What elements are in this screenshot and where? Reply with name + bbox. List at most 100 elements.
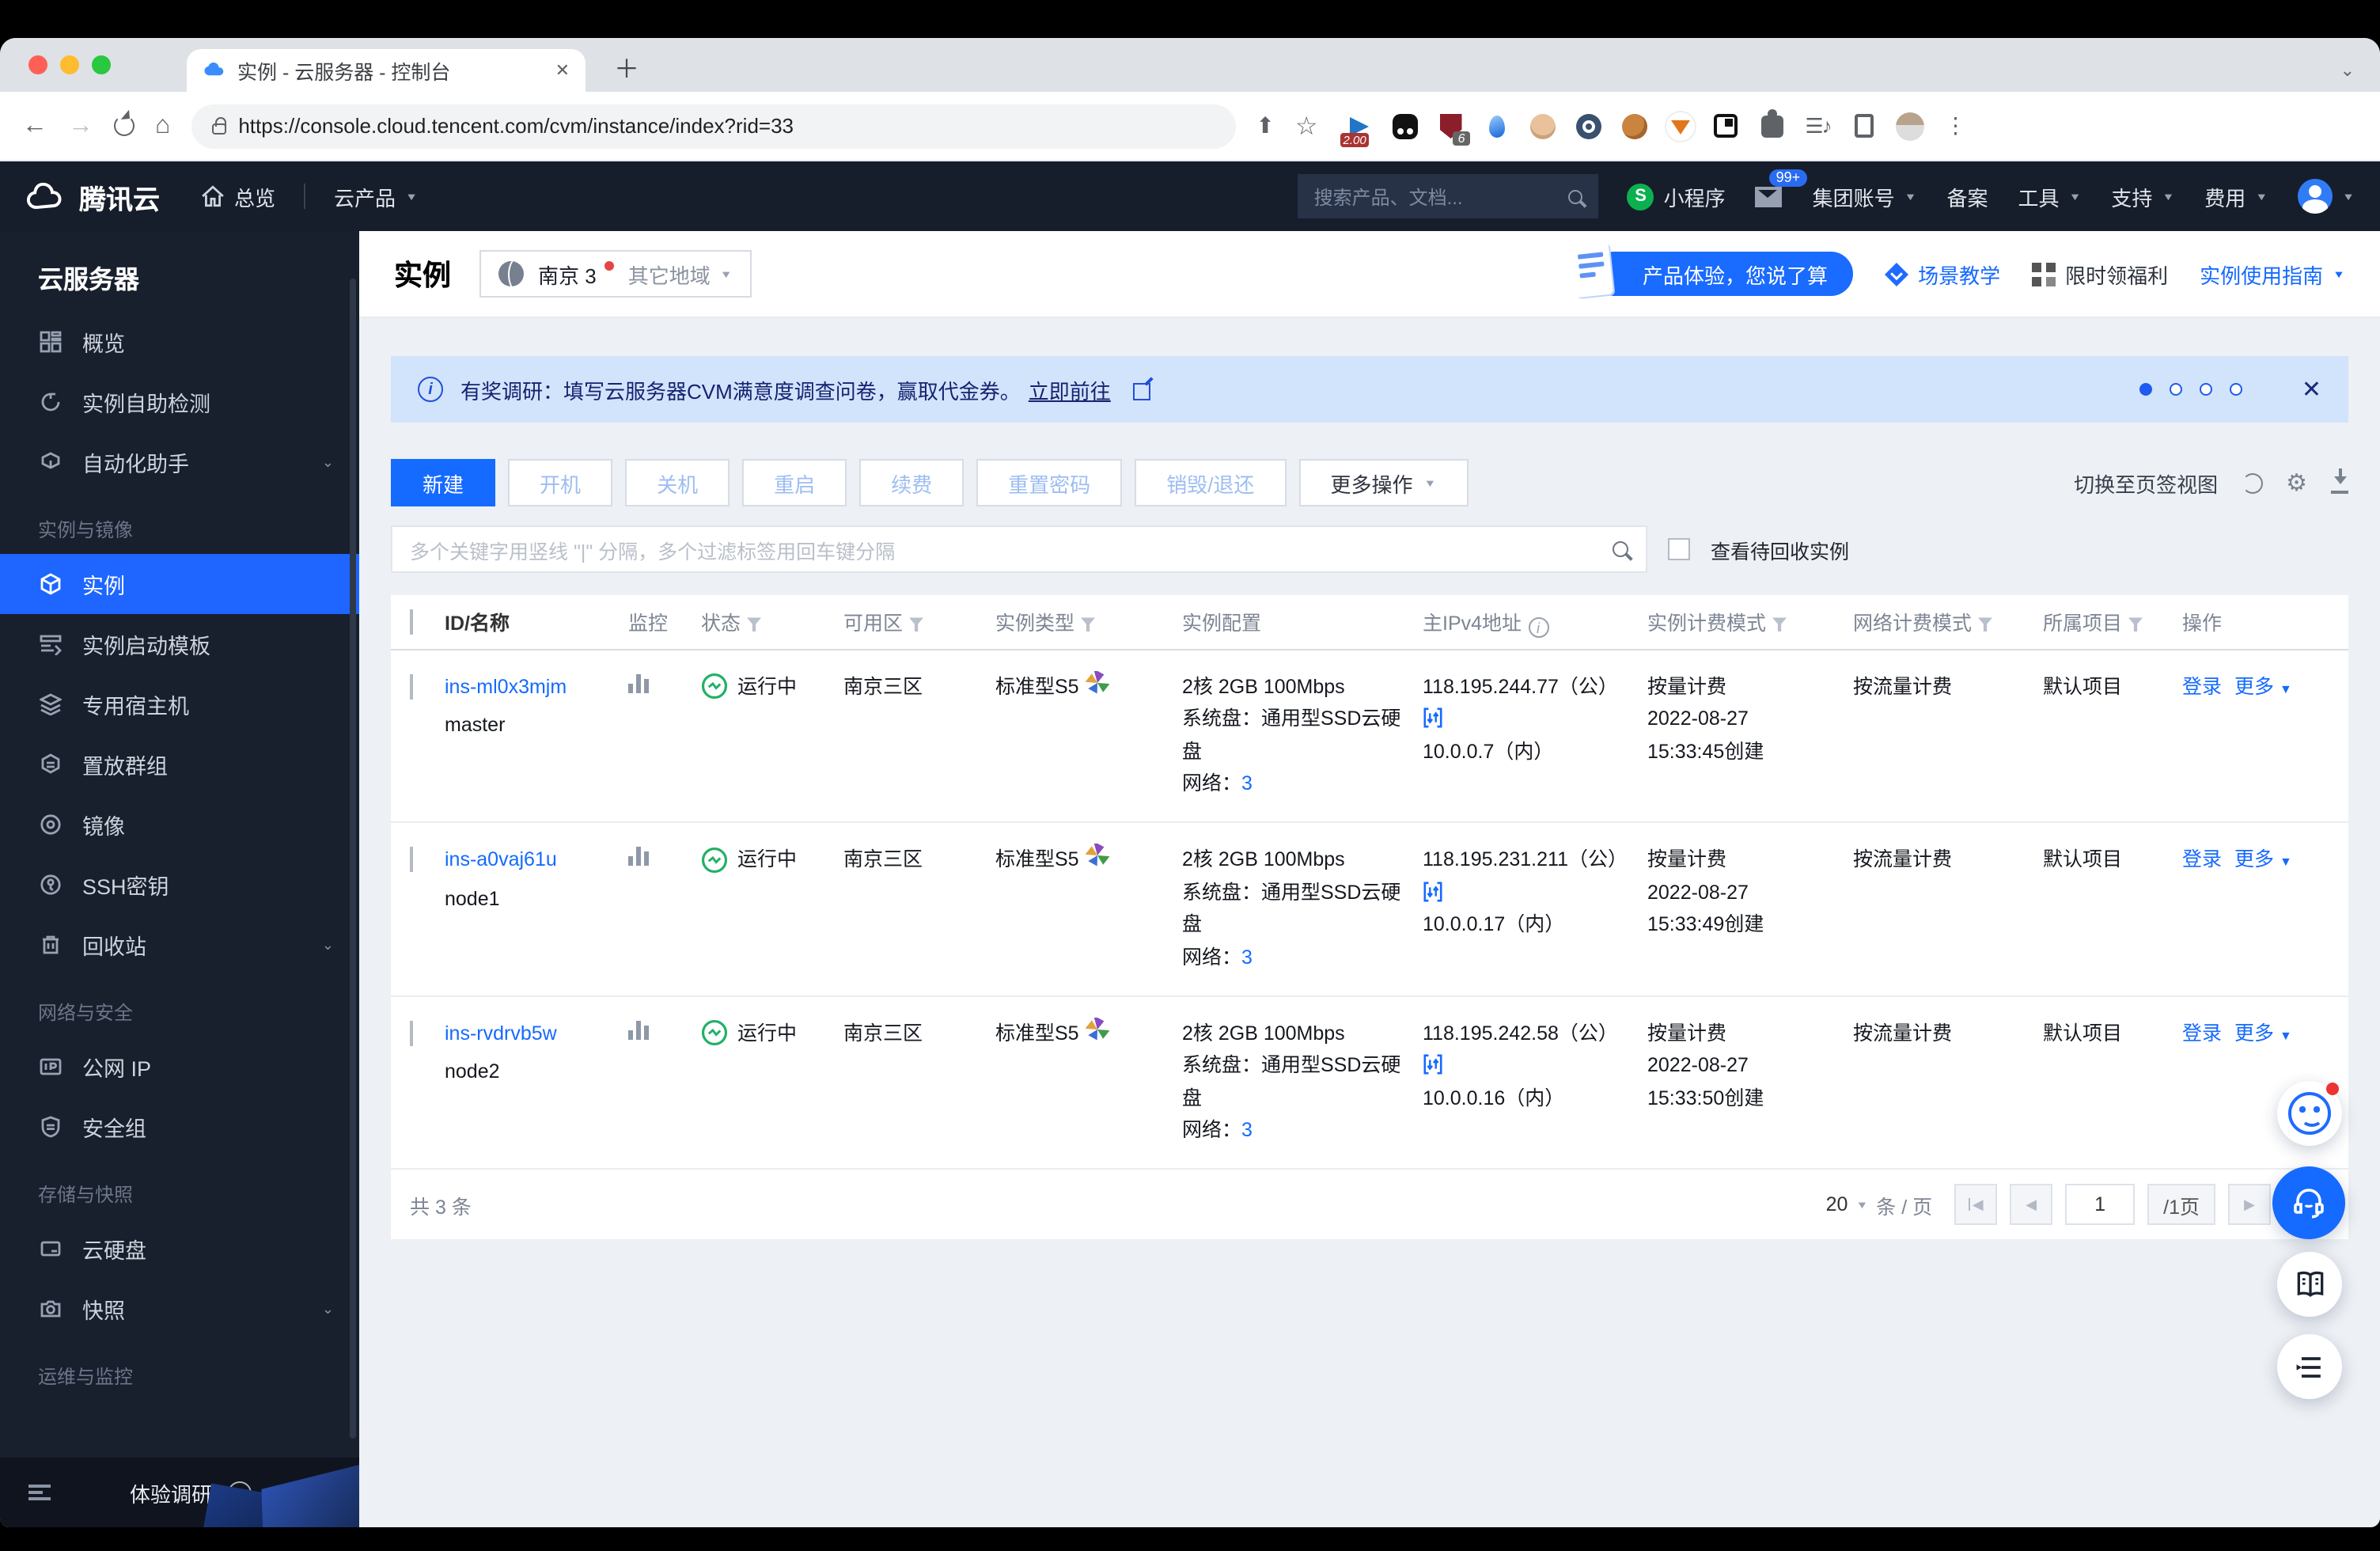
- nav-products[interactable]: 云产品 ▼: [334, 181, 418, 211]
- filter-funnel-icon[interactable]: [909, 617, 924, 632]
- row-checkbox[interactable]: [410, 1020, 413, 1045]
- more-actions-dropdown[interactable]: 更多操作 ▼: [1298, 459, 1469, 506]
- zoom-window-button[interactable]: [92, 55, 111, 74]
- url-bar[interactable]: https://console.cloud.tencent.com/cvm/in…: [191, 104, 1236, 148]
- sidebar-item-security-groups[interactable]: 安全组: [0, 1097, 359, 1157]
- usage-guide-dropdown[interactable]: 实例使用指南 ▼: [2200, 259, 2345, 289]
- minimize-window-button[interactable]: [60, 55, 79, 74]
- docs-float-button[interactable]: [2277, 1252, 2342, 1317]
- close-window-button[interactable]: [28, 55, 47, 74]
- nav-group-account[interactable]: 集团账号 ▼: [1813, 181, 1917, 211]
- filter-funnel-icon[interactable]: [2128, 617, 2143, 632]
- col-zone[interactable]: 可用区: [843, 595, 995, 650]
- current-page-input[interactable]: 1: [2065, 1184, 2136, 1225]
- banner-close-icon[interactable]: ✕: [2302, 375, 2321, 404]
- search-icon[interactable]: [1613, 541, 1628, 557]
- renew-button[interactable]: 续费: [859, 459, 965, 506]
- sidebar-item-overview[interactable]: 概览: [0, 312, 359, 372]
- carousel-dot[interactable]: [2200, 383, 2213, 396]
- filter-funnel-icon[interactable]: [1978, 617, 1993, 632]
- nav-support[interactable]: 支持 ▼: [2111, 181, 2174, 211]
- login-link[interactable]: 登录: [2182, 1022, 2222, 1044]
- instance-id-link[interactable]: ins-rvdrvb5w: [445, 1022, 557, 1044]
- back-button[interactable]: ←: [22, 112, 47, 140]
- sidebar-item-cloud-disks[interactable]: 云硬盘: [0, 1219, 359, 1279]
- survey-link[interactable]: 体验调研: [130, 1477, 212, 1507]
- other-regions-dropdown[interactable]: 其它地域 ▼: [628, 259, 733, 289]
- monitor-chart-icon[interactable]: [628, 1018, 649, 1039]
- carousel-dot[interactable]: [2170, 383, 2183, 396]
- sidebar-item-public-ip[interactable]: 公网 IP: [0, 1037, 359, 1097]
- banner-go-link[interactable]: 立即前往: [1029, 374, 1111, 404]
- sidebar-item-automation-assistant[interactable]: 自动化助手 ⌄: [0, 432, 359, 492]
- scene-teaching-link[interactable]: 场景教学: [1885, 259, 2000, 289]
- restart-button[interactable]: 重启: [742, 459, 847, 506]
- ip-convert-icon[interactable]: [1423, 881, 1443, 901]
- nav-tools[interactable]: 工具 ▼: [2018, 181, 2082, 211]
- puzzle-extensions-icon[interactable]: [1758, 108, 1787, 140]
- password-extension-icon[interactable]: [1575, 112, 1603, 140]
- sidebar-item-recycle-bin[interactable]: 回收站 ⌄: [0, 915, 359, 975]
- row-checkbox[interactable]: [410, 847, 413, 872]
- login-link[interactable]: 登录: [2182, 675, 2222, 697]
- col-type[interactable]: 实例类型: [995, 595, 1182, 650]
- nav-billing[interactable]: 费用 ▼: [2204, 181, 2268, 211]
- row-more-dropdown[interactable]: 更多 ▼: [2234, 675, 2292, 697]
- playlist-extension-icon[interactable]: ☰ ♪: [1804, 112, 1832, 140]
- sidebar-scrollbar[interactable]: [350, 279, 356, 1439]
- col-project[interactable]: 所属项目: [2043, 595, 2182, 650]
- recycle-checkbox[interactable]: [1668, 538, 1690, 560]
- destroy-button[interactable]: 销毁/退还: [1135, 459, 1287, 506]
- network-link[interactable]: 3: [1241, 946, 1253, 969]
- support-float-button[interactable]: [2272, 1166, 2345, 1239]
- carousel-dot[interactable]: [2230, 383, 2243, 396]
- filter-funnel-icon[interactable]: [1081, 617, 1096, 632]
- share-icon[interactable]: ⬆: [1256, 112, 1274, 139]
- filter-funnel-icon[interactable]: [1772, 617, 1787, 632]
- nav-overview[interactable]: 总览: [201, 181, 275, 211]
- instance-id-link[interactable]: ins-a0vaj61u: [445, 848, 557, 870]
- nav-mini-program[interactable]: S 小程序: [1627, 181, 1726, 211]
- reader-extension-icon[interactable]: [1712, 112, 1741, 140]
- filter-funnel-icon[interactable]: [747, 617, 762, 632]
- instance-search-input[interactable]: 多个关键字用竖线 "|" 分隔，多个过滤标签用回车键分隔: [391, 525, 1647, 573]
- ip-convert-icon[interactable]: [1423, 1054, 1443, 1075]
- sidebar-item-images[interactable]: 镜像: [0, 794, 359, 855]
- network-link[interactable]: 3: [1241, 1120, 1253, 1142]
- forward-button[interactable]: →: [68, 112, 93, 140]
- switch-view-link[interactable]: 切换至页签视图: [2074, 468, 2218, 498]
- feedback-float-button[interactable]: [2277, 1081, 2342, 1146]
- sidebar-extension-icon[interactable]: [1850, 112, 1878, 140]
- tencent-cloud-logo[interactable]: 腾讯云: [25, 176, 160, 216]
- product-feedback-button[interactable]: 产品体验，您说了算: [1570, 241, 1854, 298]
- create-button[interactable]: 新建: [391, 459, 496, 506]
- sidebar-item-instances[interactable]: 实例: [0, 554, 359, 614]
- nav-beian[interactable]: 备案: [1947, 181, 1988, 211]
- col-billing[interactable]: 实例计费模式: [1647, 595, 1853, 650]
- bookmark-star-icon[interactable]: ☆: [1295, 110, 1318, 142]
- balloon-extension-icon[interactable]: [1483, 112, 1511, 140]
- settings-gear-icon[interactable]: ⚙: [2286, 468, 2307, 497]
- reset-password-button[interactable]: 重置密码: [976, 459, 1123, 506]
- info-icon[interactable]: i: [1528, 617, 1549, 638]
- row-more-dropdown[interactable]: 更多 ▼: [2234, 1022, 2292, 1044]
- row-checkbox[interactable]: [410, 673, 413, 699]
- survey-float-button[interactable]: [2277, 1334, 2342, 1399]
- tab-search-chevron-icon[interactable]: ⌄: [2340, 60, 2355, 81]
- sidebar-item-snapshots[interactable]: 快照 ⌄: [0, 1279, 359, 1339]
- prev-page-button[interactable]: ◀: [2010, 1184, 2053, 1225]
- sidebar-item-ssh-keys[interactable]: SSH密钥: [0, 855, 359, 915]
- sidebar-item-placement-groups[interactable]: 置放群组: [0, 734, 359, 794]
- download-icon[interactable]: [2331, 468, 2348, 494]
- page-size-dropdown[interactable]: 20 ▼ 条 / 页: [1826, 1189, 1933, 1219]
- col-status[interactable]: 状态: [701, 595, 843, 650]
- cookie-extension-icon[interactable]: [1620, 112, 1649, 140]
- home-button[interactable]: ⌂: [155, 112, 170, 140]
- monitor-chart-icon[interactable]: [628, 845, 649, 866]
- flag-extension-icon[interactable]: 2.00: [1340, 112, 1374, 146]
- new-tab-button[interactable]: ＋: [614, 58, 639, 84]
- instance-id-link[interactable]: ins-ml0x3mjm: [445, 675, 567, 697]
- close-tab-icon[interactable]: ✕: [555, 60, 570, 81]
- login-link[interactable]: 登录: [2182, 848, 2222, 870]
- ublock-extension-icon[interactable]: 6: [1437, 112, 1470, 145]
